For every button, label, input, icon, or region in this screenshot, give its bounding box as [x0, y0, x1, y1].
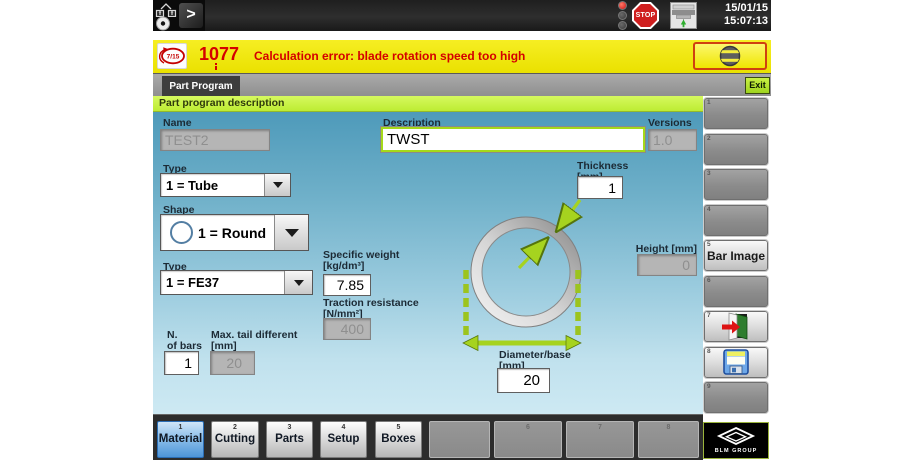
round-shape-icon	[170, 221, 193, 244]
part-program-form: Name TEST2 Description TWST Versions 1.0…	[153, 112, 703, 414]
blm-group-logo: BLM GROUP	[703, 422, 769, 459]
height-field: 0	[637, 254, 697, 276]
traffic-light-red	[618, 1, 627, 10]
type-dropdown[interactable]: 1 = Tube	[160, 173, 291, 197]
tube-ring-diagram	[461, 160, 593, 360]
description-field[interactable]: TWST	[381, 127, 645, 152]
traction-resistance-field: 400	[323, 318, 371, 340]
thickness-field[interactable]: 1	[577, 176, 623, 199]
max-tail-field: 20	[210, 351, 255, 375]
tab-6[interactable]: 6	[494, 421, 562, 458]
material-type-dropdown[interactable]: 1 = FE37	[160, 270, 313, 295]
datetime-display: 15/01/15 15:07:13	[702, 2, 768, 28]
traction-resistance-label: Traction resistance [N/mm²]	[323, 298, 419, 320]
tab-cutting[interactable]: 2 Cutting	[211, 421, 259, 458]
sidebar-button-exit-program[interactable]: 7	[703, 310, 769, 343]
exit-button[interactable]: Exit	[745, 77, 770, 94]
n-of-bars-label: N. of bars	[167, 330, 202, 352]
caret-down-icon	[285, 229, 299, 237]
sidebar-button-3[interactable]: 3	[703, 168, 769, 201]
stop-sign: STOP	[632, 2, 659, 29]
alarm-indicator-mark	[215, 66, 217, 70]
chevron-right-icon[interactable]: >	[179, 3, 203, 28]
caret-down-icon	[294, 280, 304, 286]
dropdown-arrow-button[interactable]	[274, 215, 308, 250]
section-title: Part program description	[153, 96, 703, 112]
diameter-field[interactable]: 20	[497, 368, 550, 393]
caret-down-icon	[273, 182, 283, 188]
time-label: 15:07:13	[702, 15, 768, 28]
material-dropdown-value: 1 = FE37	[161, 271, 284, 294]
sidebar-button-1[interactable]: 1	[703, 97, 769, 130]
dropdown-arrow-button[interactable]	[284, 271, 312, 294]
alarm-message: Calculation error: blade rotation speed …	[254, 49, 525, 63]
specific-weight-label: Specific weight [kg/dm³]	[323, 250, 399, 272]
shape-dropdown[interactable]: 1 = Round	[160, 214, 309, 251]
max-tail-label: Max. tail different [mm]	[211, 330, 297, 352]
specific-weight-field[interactable]: 7.85	[323, 274, 371, 296]
date-label: 15/01/15	[702, 2, 768, 15]
blm-diamond-icon	[715, 427, 757, 447]
traffic-light-indicator	[616, 1, 629, 30]
traffic-light-green-off	[618, 21, 627, 30]
exit-door-icon	[721, 312, 751, 341]
stop-sign-label: STOP	[634, 4, 657, 27]
tab-strip: Part Program Exit	[153, 73, 771, 96]
tab-setup[interactable]: 4 Setup	[320, 421, 367, 458]
save-floppy-icon	[722, 348, 750, 376]
sidebar-button-9[interactable]: 9	[703, 381, 769, 414]
bottom-tab-bar: 1 Material 2 Cutting 3 Parts 4 Setup 5 B…	[153, 414, 703, 460]
alarm-bar: 7/15 1077 Calculation error: blade rotat…	[153, 40, 771, 73]
blm-brand-text: BLM GROUP	[715, 448, 758, 454]
versions-field: 1.0	[648, 129, 697, 151]
thickness-inner-arrow-icon	[519, 241, 545, 268]
name-label: Name	[163, 117, 192, 129]
dropdown-arrow-button[interactable]	[264, 174, 290, 196]
tab-8[interactable]: 8	[638, 421, 699, 458]
sidebar-button-6[interactable]: 6	[703, 275, 769, 308]
alarm-counter-icon: 7/15	[158, 44, 186, 68]
alarm-silence-button[interactable]	[693, 42, 767, 70]
sidebar-button-bar-image[interactable]: 5 Bar Image	[703, 239, 769, 272]
tab-empty[interactable]	[429, 421, 490, 458]
tab-parts[interactable]: 3 Parts	[266, 421, 313, 458]
alarm-silence-icon	[718, 44, 742, 68]
topbar: > STOP 15/01/15 15:07:13	[153, 0, 771, 31]
sidebar-button-save[interactable]: 8	[703, 346, 769, 379]
type-dropdown-value: 1 = Tube	[161, 174, 264, 196]
shape-dropdown-value: 1 = Round	[193, 215, 274, 250]
thickness-arrow-icon	[559, 200, 580, 228]
name-field: TEST2	[160, 129, 270, 151]
versions-label: Versions	[648, 117, 692, 129]
tab-part-program[interactable]: Part Program	[162, 76, 240, 97]
svg-text:7/15: 7/15	[167, 53, 180, 60]
traffic-light-yellow-off	[618, 11, 627, 20]
sidebar-button-4[interactable]: 4	[703, 204, 769, 237]
alarm-code: 1077	[199, 44, 239, 65]
alarm-counter-badge[interactable]: 7/15	[157, 43, 187, 69]
tab-boxes[interactable]: 5 Boxes	[375, 421, 422, 458]
saw-blade-icon[interactable]	[155, 16, 171, 31]
program-flow-icon[interactable]	[155, 2, 177, 17]
machine-status-icon	[670, 2, 697, 29]
n-of-bars-field[interactable]: 1	[164, 351, 199, 375]
machine-hmi-screen: > STOP 15/01/15 15:07:13	[0, 0, 924, 460]
tab-material[interactable]: 1 Material	[157, 421, 204, 458]
tab-7[interactable]: 7	[566, 421, 634, 458]
sidebar-button-2[interactable]: 2	[703, 133, 769, 166]
